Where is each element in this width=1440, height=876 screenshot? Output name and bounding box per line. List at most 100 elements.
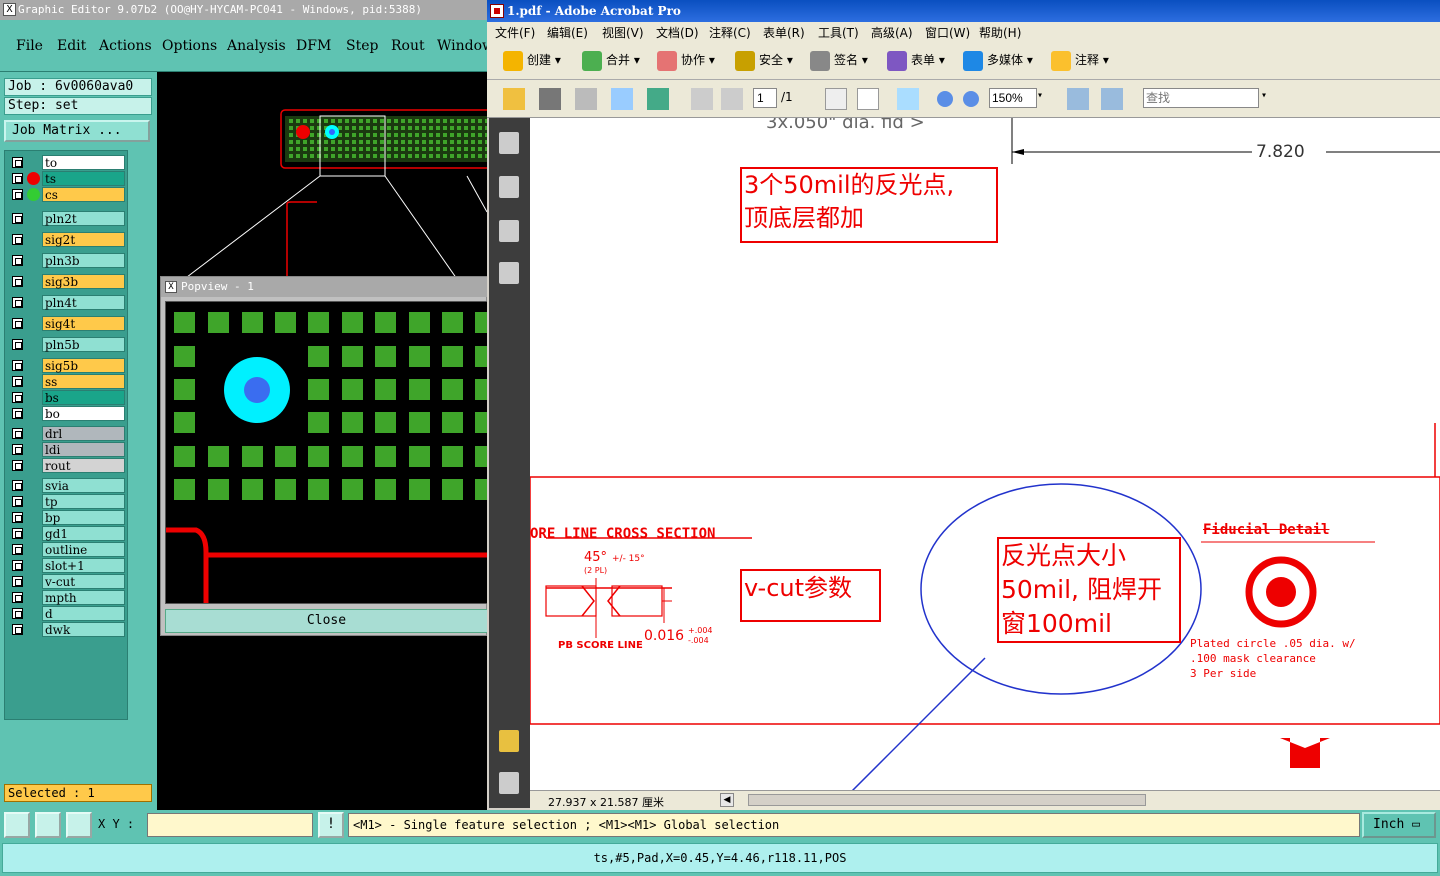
layer-name[interactable]: pln2t (42, 211, 125, 226)
layer-row-cs[interactable]: cs (7, 187, 127, 202)
layer-row-slot1[interactable]: slot+1 (7, 558, 127, 573)
layer-name[interactable]: svia (42, 478, 125, 493)
menu-actions[interactable]: Actions (99, 38, 152, 54)
layer-checkbox[interactable] (12, 339, 23, 350)
layer-checkbox[interactable] (12, 360, 23, 371)
layer-name[interactable]: sig2t (42, 232, 125, 247)
menu-doc-cn[interactable]: 文档(D) (656, 24, 699, 41)
layer-row-gd1[interactable]: gd1 (7, 526, 127, 541)
layer-name[interactable]: drl (42, 426, 125, 441)
menu-file-cn[interactable]: 文件(F) (495, 24, 535, 41)
layer-name[interactable]: pln5b (42, 337, 125, 352)
menu-dfm[interactable]: DFM (296, 38, 331, 54)
menu-analysis[interactable]: Analysis (227, 38, 286, 54)
layer-name[interactable]: tp (42, 494, 125, 509)
layer-checkbox[interactable] (12, 157, 23, 168)
layer-row-pln2t[interactable]: pln2t (7, 211, 127, 226)
layer-row-outline[interactable]: outline (7, 542, 127, 557)
zoom-level-input[interactable] (989, 88, 1037, 108)
layer-name[interactable]: sig3b (42, 274, 125, 289)
menu-rout[interactable]: Rout (391, 38, 425, 54)
save-icon[interactable] (575, 88, 597, 110)
open-folder-icon[interactable] (503, 88, 525, 110)
menu-options[interactable]: Options (162, 38, 217, 54)
layers-icon[interactable] (499, 220, 519, 242)
zoom-dropdown-icon[interactable]: ▾ (1037, 90, 1043, 101)
layer-checkbox[interactable] (12, 444, 23, 455)
layer-row-drl[interactable]: drl (7, 426, 127, 441)
zoom-out-icon[interactable] (937, 91, 953, 107)
forms-button[interactable]: 表单 ▾ (885, 50, 945, 72)
layer-row-bs[interactable]: bs (7, 390, 127, 405)
zoom-in-icon[interactable] (963, 91, 979, 107)
layer-row-sig3b[interactable]: sig3b (7, 274, 127, 289)
combine-button[interactable]: 合并 ▾ (580, 50, 640, 72)
layer-row-ss[interactable]: ss (7, 374, 127, 389)
layer-row-sig2t[interactable]: sig2t (7, 232, 127, 247)
layer-row-svia[interactable]: svia (7, 478, 127, 493)
layer-checkbox[interactable] (12, 408, 23, 419)
layer-name[interactable]: cs (42, 187, 125, 202)
create-button[interactable]: 创建 ▾ (501, 50, 561, 72)
bookmarks-icon[interactable] (499, 176, 519, 198)
layer-checkbox[interactable] (12, 189, 23, 200)
layer-row-sig4t[interactable]: sig4t (7, 316, 127, 331)
job-matrix-button[interactable]: Job Matrix ... (4, 120, 150, 142)
multimedia-button[interactable]: 多媒体 ▾ (961, 50, 1033, 72)
layer-row-rout[interactable]: rout (7, 458, 127, 473)
layer-checkbox[interactable] (12, 255, 23, 266)
grid-icon[interactable] (66, 812, 92, 838)
layer-name[interactable]: v-cut (42, 574, 125, 589)
menu-step[interactable]: Step (346, 38, 378, 54)
menu-comment-cn[interactable]: 注释(C) (709, 24, 751, 41)
security-button[interactable]: 安全 ▾ (733, 50, 793, 72)
menu-tools-cn[interactable]: 工具(T) (818, 24, 859, 41)
layer-row-mpth[interactable]: mpth (7, 590, 127, 605)
page-number-input[interactable] (753, 88, 777, 108)
menu-view-cn[interactable]: 视图(V) (602, 24, 644, 41)
layer-name[interactable]: d (42, 606, 125, 621)
pdf-page[interactable]: 3x.050" dia. fid > 7.820 3个50mil的反光点, 顶底… (530, 118, 1440, 790)
zoom-tool-icon[interactable] (897, 88, 919, 110)
layer-checkbox[interactable] (12, 173, 23, 184)
layer-checkbox[interactable] (12, 576, 23, 587)
layer-name[interactable]: pln3b (42, 253, 125, 268)
close-button[interactable]: Close (165, 609, 488, 633)
hand-tool-icon[interactable] (857, 88, 879, 110)
menu-advanced-cn[interactable]: 高级(A) (871, 24, 913, 41)
layer-checkbox[interactable] (12, 624, 23, 635)
layer-name[interactable]: outline (42, 542, 125, 557)
layer-row-d[interactable]: d (7, 606, 127, 621)
menu-edit-cn[interactable]: 编辑(E) (547, 24, 588, 41)
zoom-fit-icon[interactable] (4, 812, 30, 838)
layer-name[interactable]: slot+1 (42, 558, 125, 573)
fiducial-red[interactable] (296, 125, 310, 139)
layer-checkbox[interactable] (12, 592, 23, 603)
layer-checkbox[interactable] (12, 318, 23, 329)
pages-icon[interactable] (499, 132, 519, 154)
search-dropdown-icon[interactable]: ▾ (1261, 90, 1267, 101)
select-tool-icon[interactable] (825, 88, 847, 110)
layer-name[interactable]: ts (42, 171, 125, 186)
layer-checkbox[interactable] (12, 213, 23, 224)
info-icon[interactable]: ! (318, 812, 344, 838)
units-selector[interactable]: Inch ▭ (1362, 812, 1436, 838)
sign-button[interactable]: 签名 ▾ (808, 50, 868, 72)
layer-name[interactable]: bo (42, 406, 125, 421)
signatures-icon[interactable] (499, 262, 519, 284)
prev-page-icon[interactable] (691, 88, 713, 110)
comments-icon[interactable] (499, 730, 519, 752)
layer-row-dwk[interactable]: dwk (7, 622, 127, 637)
layer-checkbox[interactable] (12, 560, 23, 571)
fit-page-icon[interactable] (1067, 88, 1089, 110)
print-icon[interactable] (539, 88, 561, 110)
collaborate-button[interactable]: 协作 ▾ (655, 50, 715, 72)
layer-name[interactable]: mpth (42, 590, 125, 605)
layer-row-vcut[interactable]: v-cut (7, 574, 127, 589)
measure-icon[interactable] (35, 812, 61, 838)
layer-checkbox[interactable] (12, 276, 23, 287)
layer-name[interactable]: rout (42, 458, 125, 473)
layer-row-ts[interactable]: ts (7, 171, 127, 186)
next-page-icon[interactable] (721, 88, 743, 110)
layer-checkbox[interactable] (12, 496, 23, 507)
